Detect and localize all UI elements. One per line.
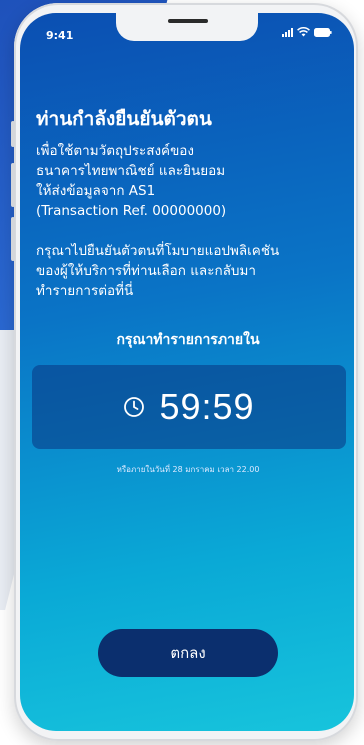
consent-line: ธนาคารไทยพาณิชย์ และยินยอม	[36, 163, 226, 179]
expiry-note: หรือภายในวันที่ 28 มกราคม เวลา 22.00	[116, 465, 260, 474]
transaction-ref: (Transaction Ref. 00000000)	[36, 203, 227, 219]
instruction-line: ทำรายการต่อที่นี่	[36, 283, 134, 299]
countdown-timer: 59:59	[32, 365, 346, 449]
verification-content: ท่านกำลังยืนยันตัวตน เพื่อใช้ตามวัตถุประ…	[32, 107, 346, 476]
instruction-line: กรุณาไปยืนยันตัวตนที่โมบายแอปพลิเคชัน	[36, 243, 280, 259]
phone-notch	[116, 13, 258, 41]
phone-side-button	[11, 217, 15, 261]
instruction-line: ของผู้ให้บริการที่ท่านเลือก และกลับมา	[36, 263, 256, 279]
page: 9:41 ท่านกำลังยืนยันตัวตน เพื่อใช้ตามวัต…	[0, 0, 364, 745]
battery-icon	[314, 27, 332, 37]
ok-button[interactable]: ตกลง	[98, 629, 278, 677]
clock-icon	[123, 396, 145, 418]
timer-value: 59:59	[159, 386, 255, 427]
phone-side-button	[11, 163, 15, 207]
instruction-paragraph: กรุณาไปยืนยันตัวตนที่โมบายแอปพลิเคชัน ขอ…	[36, 241, 340, 301]
phone-screen: 9:41 ท่านกำลังยืนยันตัวตน เพื่อใช้ตามวัต…	[20, 13, 354, 731]
speaker-grille	[168, 19, 208, 23]
consent-line: เพื่อใช้ตามวัตถุประสงค์ของ	[36, 143, 195, 159]
wifi-icon	[297, 27, 310, 37]
deadline-label: กรุณาทำรายการภายใน	[116, 332, 260, 348]
consent-line: ให้ส่งข้อมูลจาก AS1	[36, 183, 156, 199]
phone-side-button	[11, 121, 15, 147]
page-title: ท่านกำลังยืนยันตัวตน	[36, 108, 212, 130]
status-time: 9:41	[46, 29, 74, 42]
consent-paragraph: เพื่อใช้ตามวัตถุประสงค์ของ ธนาคารไทยพาณิ…	[36, 141, 340, 221]
signal-icon	[282, 27, 293, 37]
status-icons	[282, 27, 332, 37]
